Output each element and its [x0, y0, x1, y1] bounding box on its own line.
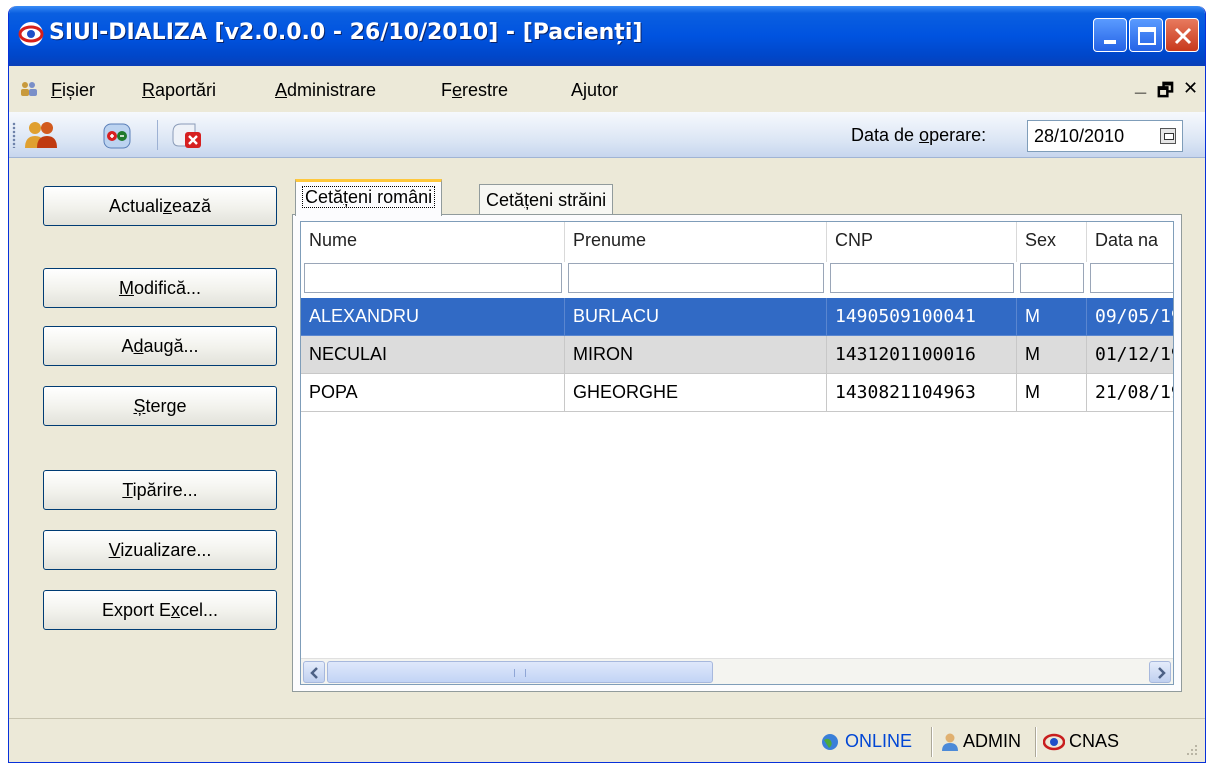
- tab-foreign-citizens[interactable]: Cetățeni străini: [479, 184, 614, 215]
- resize-grip-icon[interactable]: [1183, 743, 1199, 759]
- connection-status: ONLINE: [845, 731, 913, 751]
- table-row[interactable]: POPA GHEORGHE 1430821104963 M 21/08/19: [301, 374, 1173, 412]
- cell-cnp: 1431201100016: [827, 336, 1017, 374]
- calendar-icon[interactable]: [1160, 128, 1176, 144]
- app-logo-icon: [18, 22, 44, 46]
- filter-nume-input[interactable]: [304, 263, 562, 293]
- toolbar-separator: [157, 120, 158, 150]
- close-button[interactable]: [1165, 18, 1199, 52]
- cell-data-nasterii: 01/12/19: [1087, 336, 1173, 374]
- chevron-left-icon: [310, 667, 318, 679]
- menu-administrare[interactable]: Administrare: [275, 80, 376, 101]
- user-icon: [942, 733, 958, 751]
- mdi-close-button[interactable]: ✕: [1183, 78, 1198, 99]
- tab-romanian-citizens[interactable]: Cetățeni români: [295, 179, 443, 216]
- cell-nume: ALEXANDRU: [301, 298, 565, 336]
- operating-date-field[interactable]: 28/10/2010: [1027, 120, 1183, 152]
- scroll-thumb[interactable]: [327, 661, 713, 683]
- add-button[interactable]: Adaugă...: [43, 326, 277, 366]
- column-header-data-nasterii[interactable]: Data na: [1087, 222, 1173, 262]
- table-row[interactable]: ALEXANDRU BURLACU 1490509100041 M 09/05/…: [301, 298, 1173, 336]
- chevron-right-icon: [1158, 667, 1166, 679]
- cell-prenume: BURLACU: [565, 298, 827, 336]
- menu-ferestre[interactable]: Ferestre: [441, 80, 508, 101]
- operating-date-label: Data de operare:: [851, 125, 987, 145]
- filter-sex-input[interactable]: [1020, 263, 1084, 293]
- delete-document-icon[interactable]: [169, 118, 205, 152]
- menu-ajutor[interactable]: Ajutor: [571, 80, 618, 101]
- menu-bar: Fișier Raportări Administrare Ferestre A…: [9, 66, 1205, 112]
- scroll-left-button[interactable]: [303, 661, 325, 683]
- maximize-button[interactable]: [1129, 18, 1163, 52]
- filter-cnp-input[interactable]: [830, 263, 1014, 293]
- tab-panel: Nume Prenume CNP Sex Data na ALEXANDRU B…: [292, 214, 1182, 692]
- cell-cnp: 1430821104963: [827, 374, 1017, 412]
- maximize-icon: [1138, 27, 1156, 45]
- title-bar[interactable]: SIUI-DIALIZA [v2.0.0.0 - 26/10/2010] - […: [9, 6, 1205, 66]
- column-header-cnp[interactable]: CNP: [827, 222, 1017, 262]
- cell-prenume: GHEORGHE: [565, 374, 827, 412]
- modify-button[interactable]: Modifică...: [43, 268, 277, 308]
- dialysis-icon[interactable]: [99, 118, 135, 152]
- cell-sex: M: [1017, 336, 1087, 374]
- toolbar: Data de operare: 28/10/2010: [9, 112, 1205, 158]
- patients-grid: Nume Prenume CNP Sex Data na ALEXANDRU B…: [300, 221, 1174, 685]
- cell-sex: M: [1017, 374, 1087, 412]
- app-window: SIUI-DIALIZA [v2.0.0.0 - 26/10/2010] - […: [8, 6, 1206, 763]
- filter-prenume-input[interactable]: [568, 263, 824, 293]
- export-excel-button[interactable]: Export Excel...: [43, 590, 277, 630]
- patients-icon[interactable]: [23, 118, 59, 152]
- mdi-restore-button[interactable]: 🗗: [1157, 78, 1174, 108]
- cell-nume: NECULAI: [301, 336, 565, 374]
- window-title: SIUI-DIALIZA [v2.0.0.0 - 26/10/2010] - […: [49, 20, 643, 45]
- minimize-icon: [1104, 40, 1116, 44]
- cell-sex: M: [1017, 298, 1087, 336]
- delete-button[interactable]: Șterge: [43, 386, 277, 426]
- grid-header: Nume Prenume CNP Sex Data na: [301, 222, 1173, 262]
- status-separator: [1035, 727, 1037, 757]
- cell-data-nasterii: 21/08/19: [1087, 374, 1173, 412]
- cell-nume: POPA: [301, 374, 565, 412]
- close-icon: [1174, 27, 1192, 45]
- scroll-right-button[interactable]: [1149, 661, 1171, 683]
- table-row[interactable]: NECULAI MIRON 1431201100016 M 01/12/19: [301, 336, 1173, 374]
- status-separator: [931, 727, 933, 757]
- minimize-button[interactable]: [1093, 18, 1127, 52]
- cell-cnp: 1490509100041: [827, 298, 1017, 336]
- current-user: ADMIN: [963, 731, 1021, 751]
- cell-data-nasterii: 09/05/19: [1087, 298, 1173, 336]
- operating-date-value: 28/10/2010: [1034, 126, 1125, 146]
- globe-icon: [822, 734, 838, 750]
- menu-fisier[interactable]: Fișier: [51, 80, 95, 101]
- cell-prenume: MIRON: [565, 336, 827, 374]
- mdi-child-icon[interactable]: [19, 80, 39, 98]
- toolbar-grip[interactable]: [12, 122, 16, 148]
- column-header-prenume[interactable]: Prenume: [565, 222, 827, 262]
- print-button[interactable]: Tipărire...: [43, 470, 277, 510]
- horizontal-scrollbar[interactable]: [301, 658, 1173, 684]
- column-header-nume[interactable]: Nume: [301, 222, 565, 262]
- cnas-logo-icon: [1043, 733, 1065, 751]
- mdi-minimize-button[interactable]: _: [1135, 74, 1146, 97]
- column-header-sex[interactable]: Sex: [1017, 222, 1087, 262]
- status-bar: ONLINE ADMIN CNAS: [9, 718, 1205, 762]
- preview-button[interactable]: Vizualizare...: [43, 530, 277, 570]
- menu-raportari[interactable]: Raportări: [142, 80, 216, 101]
- refresh-button[interactable]: Actualizează: [43, 186, 277, 226]
- filter-data-nasterii-input[interactable]: [1090, 263, 1173, 293]
- institution-status: CNAS: [1069, 731, 1120, 751]
